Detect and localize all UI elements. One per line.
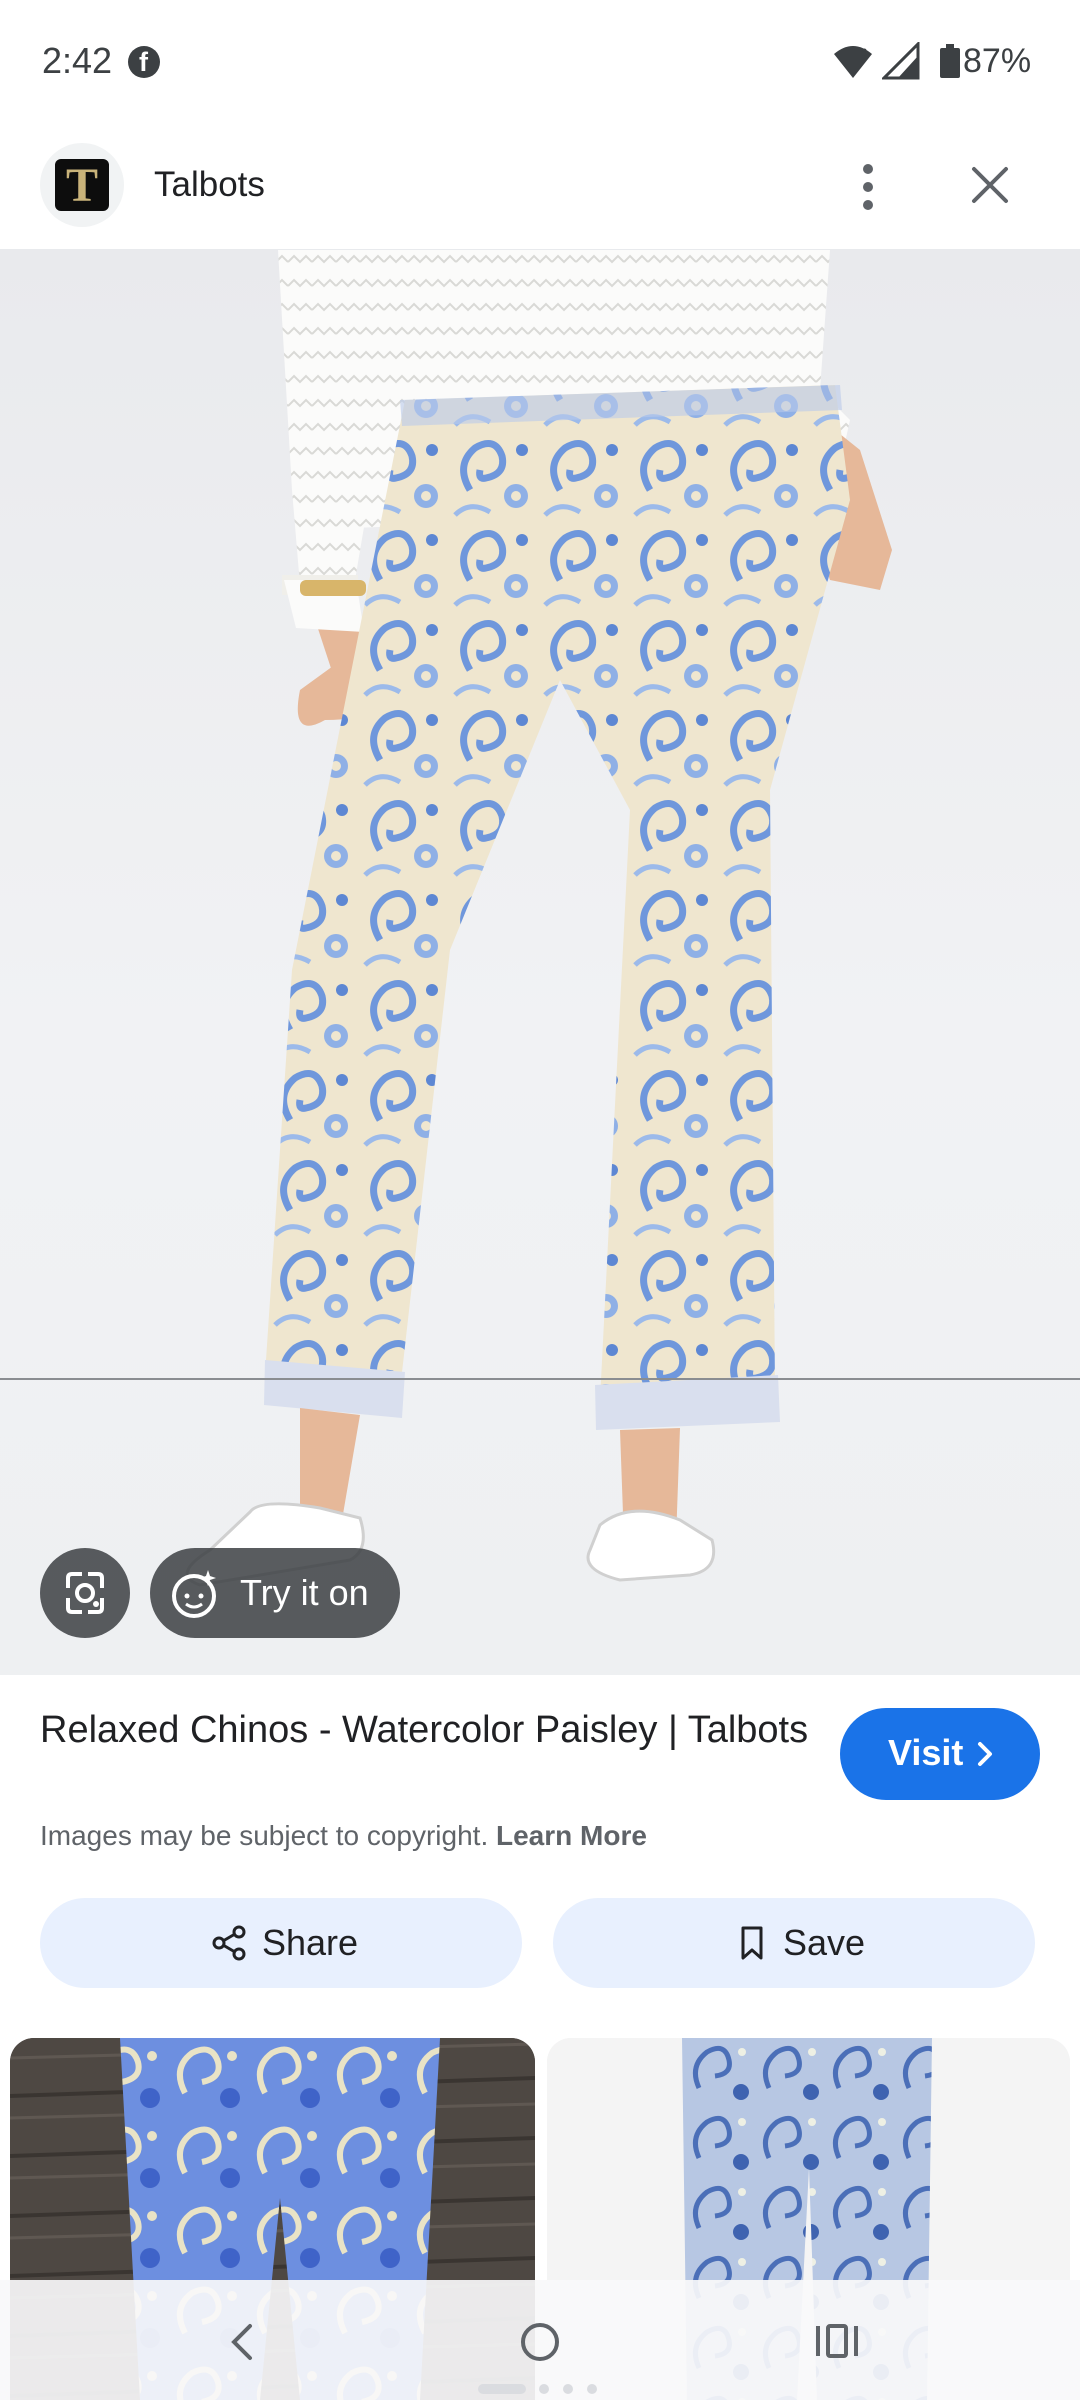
save-button[interactable]: Save	[553, 1898, 1035, 1988]
battery-percent: 87%	[963, 42, 1032, 80]
copyright-notice: Images may be subject to copyright. Lear…	[40, 1820, 647, 1852]
try-on-icon	[172, 1570, 216, 1618]
lens-icon	[66, 1572, 104, 1614]
wifi-icon: 6	[834, 46, 872, 78]
product-image[interactable]: Try it on	[0, 250, 1080, 1675]
site-name[interactable]: Talbots	[154, 165, 265, 205]
learn-more-link[interactable]: Learn More	[496, 1820, 647, 1851]
app-header: T Talbots	[0, 125, 1080, 250]
bookmark-icon	[741, 1926, 763, 1960]
save-label: Save	[783, 1922, 866, 1963]
share-label: Share	[262, 1922, 359, 1963]
try-it-on-label: Try it on	[240, 1572, 369, 1613]
page-indicator	[478, 2384, 597, 2394]
lens-button[interactable]	[40, 1548, 130, 1638]
share-icon	[212, 1925, 246, 1961]
product-photo	[185, 250, 892, 1587]
copyright-text: Images may be subject to copyright.	[40, 1820, 489, 1851]
floor-line	[0, 1378, 1080, 1380]
facebook-icon	[128, 46, 160, 78]
visit-button[interactable]: Visit	[840, 1708, 1040, 1800]
share-button[interactable]: Share	[40, 1898, 522, 1988]
recents-icon[interactable]	[814, 2322, 860, 2360]
more-vert-icon[interactable]	[848, 159, 888, 215]
back-icon[interactable]	[224, 2320, 260, 2364]
svg-text:6: 6	[861, 47, 867, 59]
battery-icon	[940, 44, 960, 78]
visit-label: Visit	[888, 1732, 964, 1773]
close-icon[interactable]	[966, 161, 1014, 209]
chevron-right-icon	[978, 1742, 992, 1766]
site-logo-letter: T	[55, 159, 109, 212]
system-nav-bar	[0, 2280, 1080, 2400]
signal-icon	[882, 42, 920, 80]
product-title[interactable]: Relaxed Chinos - Watercolor Paisley | Ta…	[40, 1705, 820, 1755]
try-it-on-button[interactable]: Try it on	[150, 1548, 400, 1638]
home-icon[interactable]	[518, 2320, 562, 2364]
status-time: 2:42	[42, 40, 113, 81]
status-bar: 2:42 6 87%	[0, 0, 1080, 125]
site-logo[interactable]: T	[40, 143, 124, 227]
